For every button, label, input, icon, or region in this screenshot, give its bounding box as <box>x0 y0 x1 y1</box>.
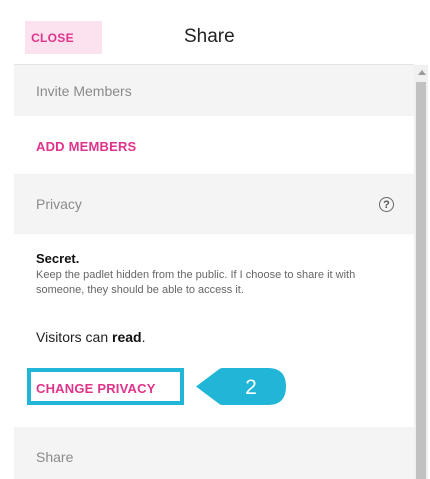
share-heading-text: Share <box>36 449 74 465</box>
privacy-level-description: Keep the padlet hidden from the public. … <box>36 269 356 296</box>
invite-members-heading-text: Invite Members <box>36 82 132 99</box>
privacy-heading: Privacy ? <box>14 174 414 234</box>
step-number: 2 <box>245 376 257 399</box>
share-panel: CLOSE Share Invite Members ADD MEMBERS P… <box>14 0 428 479</box>
share-heading: Share <box>14 427 414 479</box>
change-privacy-button[interactable]: CHANGE PRIVACY <box>36 381 156 396</box>
share-header: CLOSE Share <box>14 0 414 65</box>
invite-members-section: ADD MEMBERS <box>14 116 414 174</box>
scrollbar-thumb[interactable] <box>416 82 426 479</box>
step-callout: 2 <box>196 368 286 405</box>
add-members-button[interactable]: ADD MEMBERS <box>36 139 136 154</box>
close-button[interactable]: CLOSE <box>25 21 102 54</box>
visitors-permission-text: Visitors can read. <box>36 329 145 345</box>
share-content: Invite Members ADD MEMBERS Privacy ? Sec… <box>14 65 414 479</box>
help-icon[interactable]: ? <box>379 197 394 212</box>
privacy-level-title: Secret. <box>36 251 80 266</box>
page-title: Share <box>184 26 235 47</box>
callout-shape <box>196 368 286 405</box>
privacy-heading-text: Privacy <box>36 196 82 212</box>
visitors-prefix: Visitors can <box>36 329 112 345</box>
visitors-permission: read <box>112 329 142 345</box>
invite-members-heading: Invite Members <box>14 65 414 116</box>
visitors-suffix: . <box>141 329 146 345</box>
scroll-up-arrow-icon[interactable] <box>418 70 426 75</box>
